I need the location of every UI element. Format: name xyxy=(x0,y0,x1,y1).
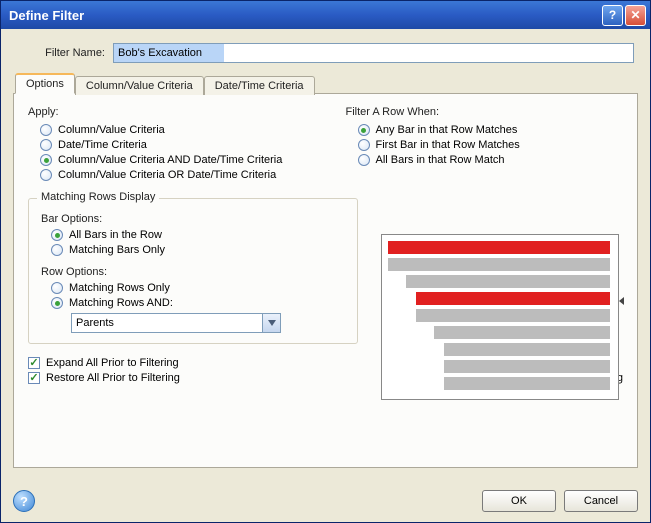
checkbox-icon xyxy=(28,357,40,369)
radio-icon xyxy=(51,282,63,294)
row-option-label: Matching Rows AND: xyxy=(69,297,173,309)
apply-option-date-time[interactable]: Date/Time Criteria xyxy=(40,139,306,151)
preview-pane xyxy=(381,234,619,400)
radio-icon xyxy=(51,297,63,309)
checkbox-icon xyxy=(28,372,40,384)
filter-when-label: All Bars in that Row Match xyxy=(376,154,505,166)
ok-button[interactable]: OK xyxy=(482,490,556,512)
tabstrip: Options Column/Value Criteria Date/Time … xyxy=(13,73,638,94)
apply-option-label: Column/Value Criteria OR Date/Time Crite… xyxy=(58,169,276,181)
radio-icon xyxy=(358,124,370,136)
bar-option-all-bars[interactable]: All Bars in the Row xyxy=(51,229,347,241)
restore-all-checkbox[interactable]: Restore All Prior to Filtering xyxy=(28,372,180,384)
window-title: Define Filter xyxy=(9,8,600,23)
bar-options-heading: Bar Options: xyxy=(41,213,347,225)
apply-section: Apply: Column/Value Criteria Date/Time C… xyxy=(28,106,306,184)
row-options-heading: Row Options: xyxy=(41,266,347,278)
apply-option-label: Column/Value Criteria AND Date/Time Crit… xyxy=(58,154,282,166)
radio-icon xyxy=(40,139,52,151)
dialog-body: Filter Name: Options Column/Value Criter… xyxy=(1,29,650,480)
tab-options[interactable]: Options xyxy=(15,73,75,94)
filter-when-all-bars[interactable]: All Bars in that Row Match xyxy=(358,154,624,166)
apply-option-label: Column/Value Criteria xyxy=(58,124,165,136)
preview-marker-icon xyxy=(619,297,624,305)
help-icon[interactable]: ? xyxy=(13,490,35,512)
bar-option-label: All Bars in the Row xyxy=(69,229,162,241)
bar-option-matching-only[interactable]: Matching Bars Only xyxy=(51,244,347,256)
filter-row-when-heading: Filter A Row When: xyxy=(346,106,624,118)
filter-when-first-bar[interactable]: First Bar in that Row Matches xyxy=(358,139,624,151)
cancel-button[interactable]: Cancel xyxy=(564,490,638,512)
filter-name-label: Filter Name: xyxy=(17,47,113,59)
row-option-dropdown[interactable]: Parents xyxy=(71,313,281,333)
row-option-label: Matching Rows Only xyxy=(69,282,170,294)
apply-option-or[interactable]: Column/Value Criteria OR Date/Time Crite… xyxy=(40,169,306,181)
dropdown-value: Parents xyxy=(71,313,263,333)
check-label: Expand All Prior to Filtering xyxy=(46,357,179,369)
tab-date-time-criteria[interactable]: Date/Time Criteria xyxy=(204,76,315,95)
expand-all-checkbox[interactable]: Expand All Prior to Filtering xyxy=(28,357,180,369)
filter-when-any-bar[interactable]: Any Bar in that Row Matches xyxy=(358,124,624,136)
radio-icon xyxy=(51,244,63,256)
apply-option-and[interactable]: Column/Value Criteria AND Date/Time Crit… xyxy=(40,154,306,166)
apply-option-column-value[interactable]: Column/Value Criteria xyxy=(40,124,306,136)
titlebar-close-button[interactable]: ✕ xyxy=(625,5,646,26)
radio-icon xyxy=(40,154,52,166)
filter-when-label: Any Bar in that Row Matches xyxy=(376,124,518,136)
dialog-footer: ? OK Cancel xyxy=(1,480,650,522)
define-filter-dialog: Define Filter ? ✕ Filter Name: Options C… xyxy=(0,0,651,523)
radio-icon xyxy=(358,139,370,151)
matching-rows-display-group: Matching Rows Display Bar Options: All B… xyxy=(28,198,358,344)
check-label: Restore All Prior to Filtering xyxy=(46,372,180,384)
matching-rows-legend: Matching Rows Display xyxy=(37,191,159,203)
titlebar-help-button[interactable]: ? xyxy=(602,5,623,26)
filter-when-label: First Bar in that Row Matches xyxy=(376,139,520,151)
titlebar: Define Filter ? ✕ xyxy=(1,1,650,29)
filter-name-input[interactable] xyxy=(113,43,634,63)
chevron-down-icon[interactable] xyxy=(263,313,281,333)
filter-row-when-section: Filter A Row When: Any Bar in that Row M… xyxy=(346,106,624,184)
radio-icon xyxy=(358,154,370,166)
radio-icon xyxy=(40,124,52,136)
tab-panel-options: Apply: Column/Value Criteria Date/Time C… xyxy=(13,93,638,468)
row-option-matching-and[interactable]: Matching Rows AND: xyxy=(51,297,347,309)
apply-heading: Apply: xyxy=(28,106,306,118)
bar-option-label: Matching Bars Only xyxy=(69,244,165,256)
radio-icon xyxy=(40,169,52,181)
apply-option-label: Date/Time Criteria xyxy=(58,139,147,151)
row-option-matching-only[interactable]: Matching Rows Only xyxy=(51,282,347,294)
tab-column-value-criteria[interactable]: Column/Value Criteria xyxy=(75,76,204,95)
filter-name-row: Filter Name: xyxy=(17,43,634,63)
radio-icon xyxy=(51,229,63,241)
